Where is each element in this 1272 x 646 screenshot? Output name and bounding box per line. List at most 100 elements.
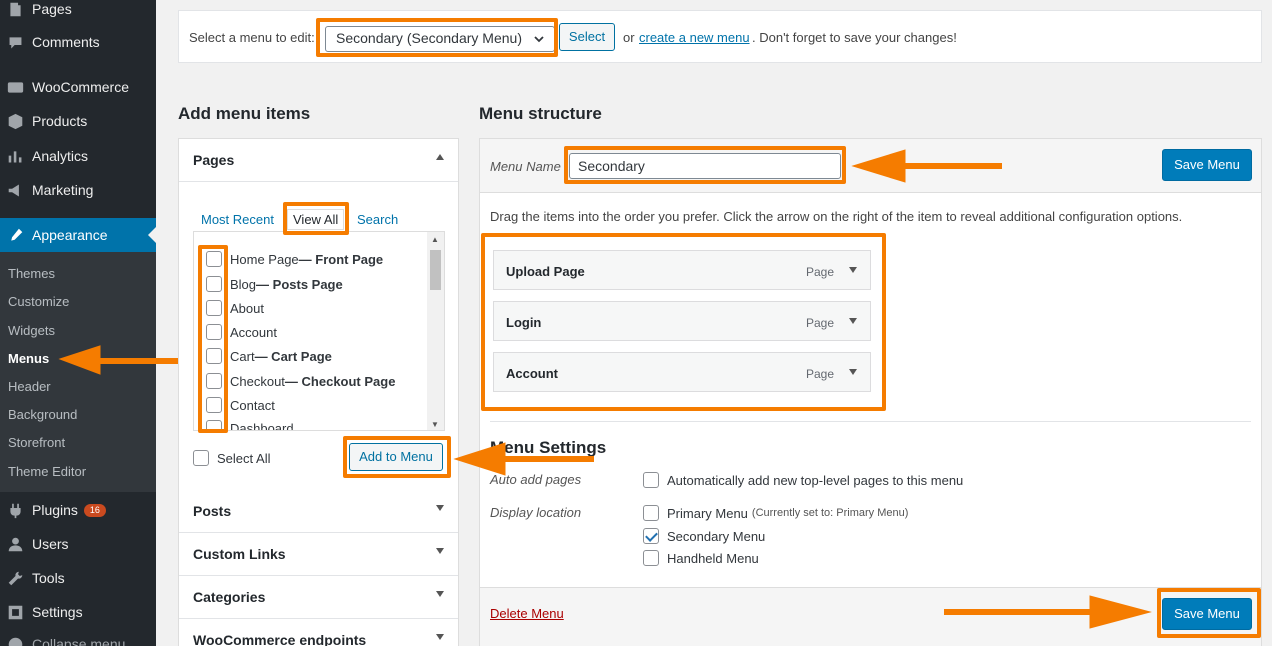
- sidebar-item-woocommerce[interactable]: WooCommerce: [0, 70, 156, 104]
- menu-item-type: Page: [805, 265, 834, 279]
- arrow-down-icon: [436, 634, 444, 640]
- accordion-pages-header[interactable]: Pages: [179, 139, 458, 182]
- sidebar-item-tools[interactable]: Tools: [0, 561, 156, 595]
- auto-add-checkbox[interactable]: [643, 472, 659, 488]
- appearance-icon: [5, 225, 25, 245]
- accordion-posts-header[interactable]: Posts: [179, 490, 458, 533]
- plugins-icon: [5, 500, 25, 520]
- page-checkbox[interactable]: [206, 373, 222, 389]
- menu-select-dropdown[interactable]: Secondary (Secondary Menu): [325, 26, 555, 52]
- list-item[interactable]: Blog — Posts Page: [206, 276, 343, 292]
- sidebar-item-appearance[interactable]: Appearance: [0, 218, 156, 252]
- add-menu-items-heading: Add menu items: [178, 104, 311, 123]
- page-name: Blog: [230, 276, 257, 292]
- submenu-widgets[interactable]: Widgets: [8, 323, 55, 338]
- sidebar-item-label: Comments: [32, 34, 100, 50]
- menu-item-type: Page: [805, 316, 834, 330]
- sidebar-item-users[interactable]: Users: [0, 527, 156, 561]
- auto-add-option[interactable]: Automatically add new top-level pages to…: [643, 472, 963, 488]
- page-checkbox[interactable]: [206, 300, 222, 316]
- scroll-down-icon[interactable]: ▼: [431, 420, 439, 429]
- page-suffix: — Posts Page: [256, 276, 343, 292]
- location-primary-menu[interactable]: Primary Menu (Currently set to: Primary …: [643, 505, 908, 521]
- menu-item-login[interactable]: Login Page: [493, 301, 871, 341]
- submenu-customize[interactable]: Customize: [8, 294, 69, 309]
- save-menu-button-bottom[interactable]: Save Menu: [1162, 598, 1252, 630]
- sidebar-item-label: Pages: [32, 1, 72, 17]
- pages-scrollbar[interactable]: ▲ ▼: [427, 232, 444, 430]
- location-label: Secondary Menu: [667, 528, 766, 544]
- users-icon: [5, 534, 25, 554]
- submenu-background[interactable]: Background: [8, 407, 77, 422]
- page-checkbox[interactable]: [206, 324, 222, 340]
- submenu-theme-editor[interactable]: Theme Editor: [8, 464, 86, 479]
- menu-name-input[interactable]: Secondary: [569, 153, 841, 179]
- create-new-menu-link[interactable]: create a new menu: [639, 30, 750, 45]
- handheld-menu-checkbox[interactable]: [643, 550, 659, 566]
- expand-arrow-icon[interactable]: [849, 318, 857, 324]
- location-label: Primary Menu: [667, 505, 748, 521]
- sidebar-item-plugins[interactable]: Plugins 16: [0, 493, 156, 527]
- page-name: Contact: [230, 397, 275, 413]
- list-item[interactable]: About: [206, 300, 264, 316]
- list-item[interactable]: Account: [206, 324, 277, 340]
- expand-arrow-icon[interactable]: [849, 267, 857, 273]
- sidebar-item-label: WooCommerce: [32, 79, 129, 95]
- list-item[interactable]: Home Page — Front Page: [206, 251, 383, 267]
- page-checkbox[interactable]: [206, 251, 222, 267]
- delete-menu-link[interactable]: Delete Menu: [490, 606, 564, 621]
- select-all-box[interactable]: [193, 450, 209, 466]
- menu-item-upload-page[interactable]: Upload Page Page: [493, 250, 871, 290]
- page-checkbox[interactable]: [206, 397, 222, 413]
- sidebar-item-products[interactable]: Products: [0, 104, 156, 138]
- select-all-checkbox[interactable]: Select All: [193, 450, 270, 466]
- scroll-up-icon[interactable]: ▲: [431, 235, 439, 244]
- page-name: Cart: [230, 348, 255, 364]
- sidebar-item-pages[interactable]: Pages: [0, 0, 156, 26]
- secondary-menu-checkbox[interactable]: [643, 528, 659, 544]
- page-checkbox[interactable]: [206, 348, 222, 364]
- sidebar-item-marketing[interactable]: Marketing: [0, 173, 156, 207]
- submenu-storefront[interactable]: Storefront: [8, 435, 65, 450]
- tab-search[interactable]: Search: [357, 212, 398, 227]
- display-location-label: Display location: [490, 505, 582, 520]
- sidebar-item-label: Appearance: [32, 227, 108, 243]
- sidebar-item-analytics[interactable]: Analytics: [0, 139, 156, 173]
- location-secondary-menu[interactable]: Secondary Menu: [643, 528, 765, 544]
- menu-footer: Delete Menu Save Menu: [480, 587, 1261, 646]
- sidebar-item-collapse[interactable]: Collapse menu: [0, 627, 156, 646]
- list-item[interactable]: Cart — Cart Page: [206, 348, 332, 364]
- save-menu-button-top[interactable]: Save Menu: [1162, 149, 1252, 181]
- page-checkbox[interactable]: [206, 420, 222, 430]
- location-handheld-menu[interactable]: Handheld Menu: [643, 550, 759, 566]
- location-label: Handheld Menu: [667, 550, 759, 566]
- comments-icon: [5, 32, 25, 52]
- scrollbar-thumb[interactable]: [430, 250, 441, 290]
- list-item[interactable]: Contact: [206, 397, 275, 413]
- list-item[interactable]: Checkout — Checkout Page: [206, 373, 395, 389]
- menu-item-title: Login: [506, 315, 542, 330]
- menu-item-account[interactable]: Account Page: [493, 352, 871, 392]
- accordion-custom-links-label: Custom Links: [193, 546, 286, 562]
- page-checkbox[interactable]: [206, 276, 222, 292]
- sidebar-item-comments[interactable]: Comments: [0, 25, 156, 59]
- submenu-menus[interactable]: Menus: [8, 351, 49, 366]
- menu-select-bar: Select a menu to edit: Secondary (Second…: [178, 10, 1262, 63]
- select-button[interactable]: Select: [559, 23, 615, 51]
- accordion-woocommerce-endpoints-header[interactable]: WooCommerce endpoints: [179, 619, 458, 646]
- sidebar-item-settings[interactable]: Settings: [0, 595, 156, 629]
- add-to-menu-button[interactable]: Add to Menu: [349, 443, 443, 471]
- list-item[interactable]: Dashboard: [206, 420, 294, 430]
- structure-instructions: Drag the items into the order you prefer…: [490, 209, 1183, 224]
- submenu-themes[interactable]: Themes: [8, 266, 55, 281]
- accordion-categories-header[interactable]: Categories: [179, 576, 458, 619]
- tab-most-recent[interactable]: Most Recent: [201, 212, 274, 227]
- menu-name-header: Menu Name Secondary Save Menu: [480, 139, 1261, 193]
- select-menu-label: Select a menu to edit:: [189, 30, 315, 45]
- expand-arrow-icon[interactable]: [849, 369, 857, 375]
- accordion-custom-links-header[interactable]: Custom Links: [179, 533, 458, 576]
- sidebar-item-label: Analytics: [32, 148, 89, 164]
- tab-view-all[interactable]: View All: [287, 209, 345, 230]
- submenu-header[interactable]: Header: [8, 379, 51, 394]
- primary-menu-checkbox[interactable]: [643, 505, 659, 521]
